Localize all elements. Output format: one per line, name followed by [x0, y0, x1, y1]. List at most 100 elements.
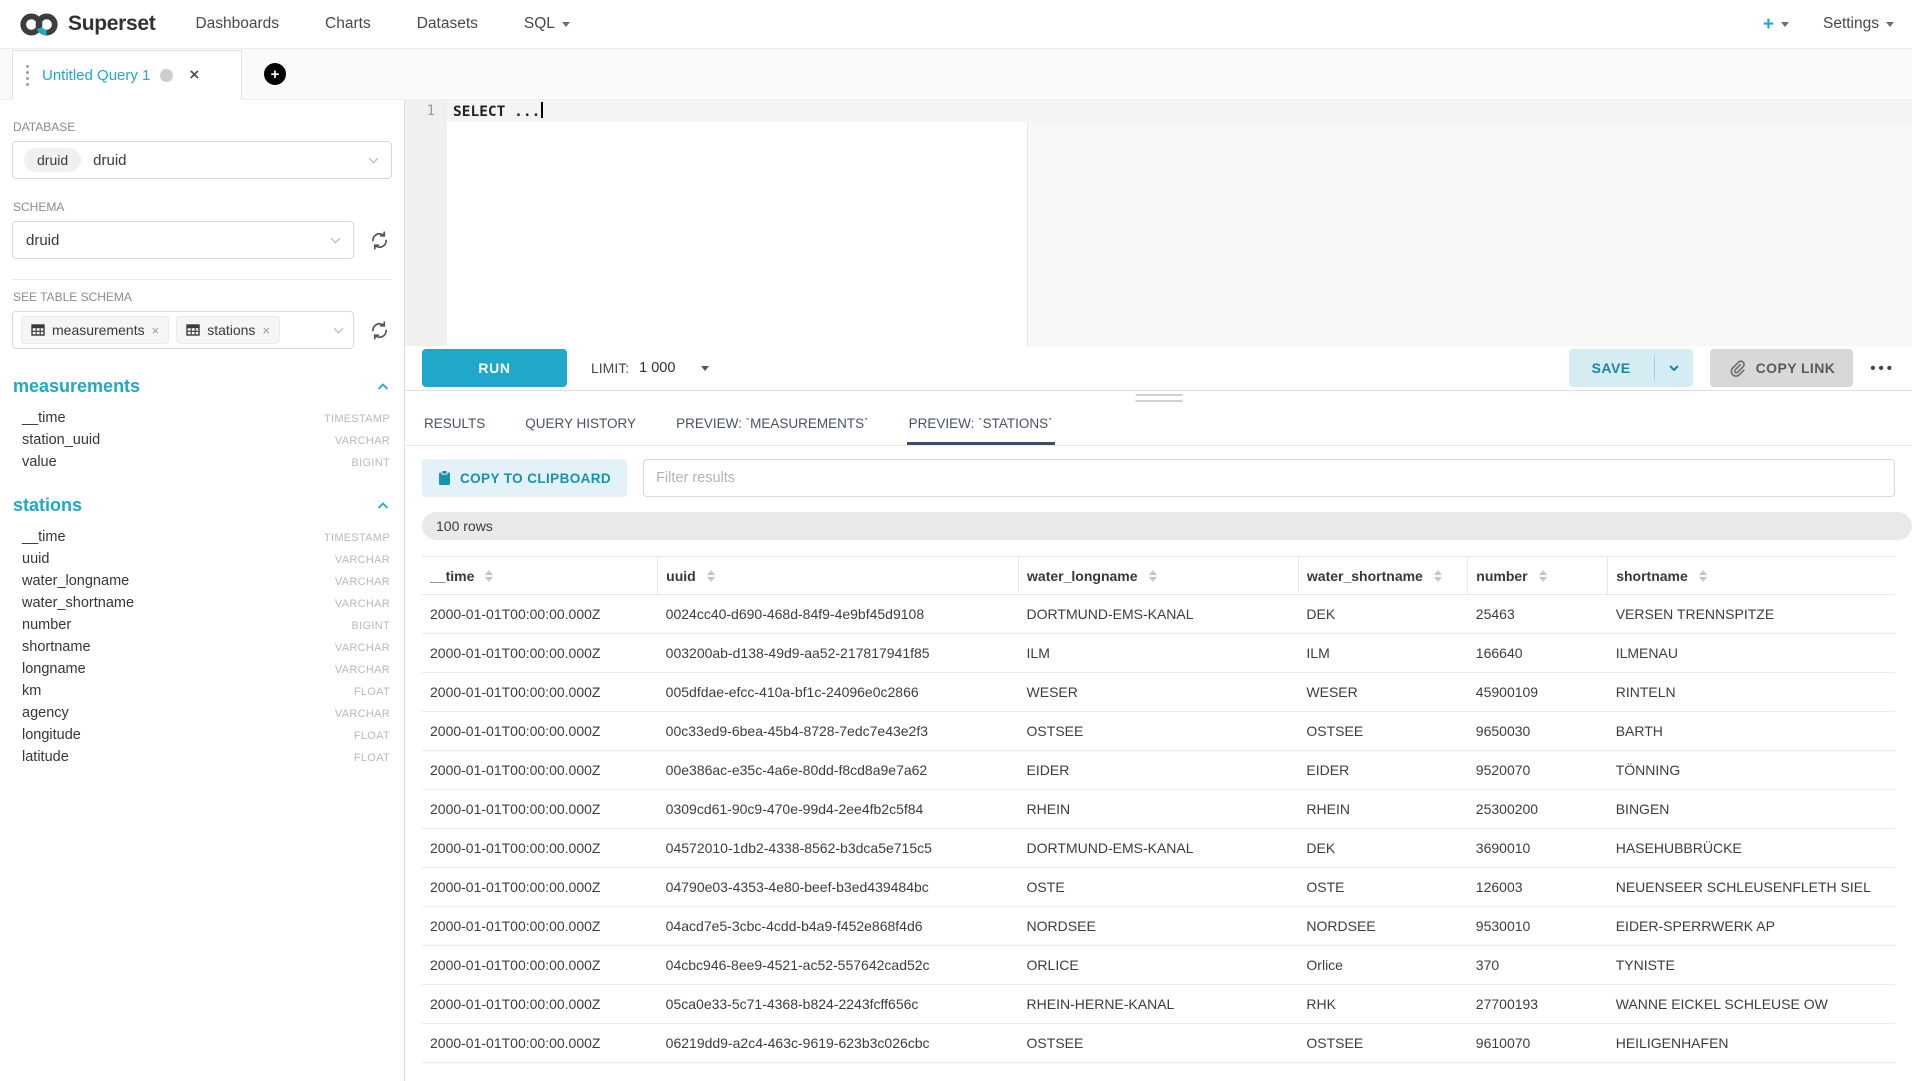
- schema-value: druid: [26, 232, 59, 249]
- column-header-water_longname[interactable]: water_longname: [1019, 557, 1299, 595]
- schema-select[interactable]: druid: [12, 221, 354, 259]
- resize-grip-icon: [1135, 394, 1182, 406]
- remove-table-icon[interactable]: ×: [152, 323, 160, 338]
- paperclip-icon: [1728, 359, 1746, 377]
- table-row: 2000-01-01T00:00:00.000Z005dfdae-efcc-41…: [422, 673, 1895, 712]
- collapse-icon[interactable]: [376, 380, 390, 394]
- table-chips: measurements ×: [21, 316, 287, 344]
- results-table-header: __timeuuidwater_longnamewater_shortnamen…: [422, 557, 1895, 595]
- schema-column-row: water_shortname VARCHAR: [12, 592, 392, 614]
- more-actions-button[interactable]: •••: [1870, 360, 1895, 377]
- superset-brand[interactable]: Superset: [18, 11, 155, 38]
- editor-toolbar: RUN LIMIT: 1 000 SAVE: [405, 346, 1912, 390]
- query-tab[interactable]: Untitled Query 1 ×: [12, 50, 242, 100]
- add-query-tab-button[interactable]: +: [264, 63, 286, 85]
- results-actions-row: COPY TO CLIPBOARD: [405, 446, 1912, 497]
- result-tab[interactable]: PREVIEW: `MEASUREMENTS`: [674, 403, 871, 445]
- table-row: 2000-01-01T00:00:00.000Z05ca0e33-5c71-43…: [422, 985, 1895, 1024]
- text-cursor: [541, 102, 543, 118]
- line-number: 1: [427, 103, 435, 119]
- result-tab[interactable]: PREVIEW: `STATIONS`: [907, 403, 1055, 445]
- schema-column-row: km FLOAT: [12, 680, 392, 702]
- schema-column-row: __time TIMESTAMP: [12, 526, 392, 548]
- sql-editor[interactable]: 1 SELECT ...: [405, 100, 1912, 346]
- save-button[interactable]: SAVE: [1569, 349, 1654, 387]
- table-header-stations[interactable]: stations: [13, 495, 390, 516]
- column-header-shortname[interactable]: shortname: [1608, 557, 1895, 595]
- schema-column-row: agency VARCHAR: [12, 702, 392, 724]
- table-row: 2000-01-01T00:00:00.000Z003200ab-d138-49…: [422, 634, 1895, 673]
- save-options-button[interactable]: [1655, 349, 1693, 387]
- copy-to-clipboard-button[interactable]: COPY TO CLIPBOARD: [422, 459, 627, 497]
- database-select[interactable]: druid druid: [12, 141, 392, 179]
- sort-icon[interactable]: [1699, 570, 1707, 582]
- collapse-icon[interactable]: [376, 499, 390, 513]
- column-header-number[interactable]: number: [1468, 557, 1608, 595]
- results-grid-wrap: __timeuuidwater_longnamewater_shortnamen…: [422, 556, 1895, 1063]
- sqllab-sidebar: DATABASE druid druid SCHEMA druid: [0, 100, 404, 1081]
- chevron-down-icon: [1781, 22, 1789, 27]
- chevron-down-icon: [332, 324, 345, 337]
- nav-item-charts[interactable]: Charts: [325, 15, 371, 33]
- table-row: 2000-01-01T00:00:00.000Z04acd7e5-3cbc-4c…: [422, 907, 1895, 946]
- chevron-down-icon: [701, 366, 709, 371]
- result-tab[interactable]: QUERY HISTORY: [523, 403, 638, 445]
- schema-column-row: shortname VARCHAR: [12, 636, 392, 658]
- top-navbar: Superset Dashboards Charts Datasets SQL …: [0, 0, 1912, 49]
- results-table: __timeuuidwater_longnamewater_shortnamen…: [422, 556, 1895, 1063]
- sort-icon[interactable]: [1149, 570, 1157, 582]
- filter-results-input[interactable]: [643, 459, 1895, 497]
- table-chip[interactable]: stations ×: [176, 316, 280, 344]
- schema-column-row: value BIGINT: [12, 451, 392, 473]
- table-row: 2000-01-01T00:00:00.000Z04790e03-4353-4e…: [422, 868, 1895, 907]
- schema-label: SCHEMA: [13, 200, 392, 214]
- table-icon: [31, 323, 45, 337]
- schema-column-row: longname VARCHAR: [12, 658, 392, 680]
- query-tabbar: Untitled Query 1 × +: [0, 49, 1912, 100]
- sort-icon[interactable]: [707, 570, 715, 582]
- chevron-down-icon: [329, 234, 342, 247]
- refresh-tables-icon[interactable]: [366, 317, 392, 343]
- refresh-schemas-icon[interactable]: [366, 227, 392, 253]
- new-item-menu[interactable]: +: [1763, 15, 1789, 34]
- print-margin: [1027, 100, 1028, 346]
- table-chip[interactable]: measurements ×: [21, 316, 169, 344]
- remove-table-icon[interactable]: ×: [262, 323, 270, 338]
- column-header-water_shortname[interactable]: water_shortname: [1298, 557, 1467, 595]
- nav-item-datasets[interactable]: Datasets: [417, 15, 478, 33]
- nav-links: Dashboards Charts Datasets SQL: [195, 15, 569, 33]
- settings-menu[interactable]: Settings: [1823, 15, 1894, 33]
- code-line: SELECT ...: [447, 100, 1912, 120]
- table-row: 2000-01-01T00:00:00.000Z06219dd9-a2c4-46…: [422, 1024, 1895, 1063]
- database-value: druid: [93, 152, 126, 169]
- result-tab[interactable]: RESULTS: [422, 403, 487, 445]
- sort-icon[interactable]: [1539, 570, 1547, 582]
- table-icon: [186, 323, 200, 337]
- schema-column-row: longitude FLOAT: [12, 724, 392, 746]
- database-label: DATABASE: [13, 120, 392, 134]
- column-header-uuid[interactable]: uuid: [658, 557, 1019, 595]
- copy-link-button[interactable]: COPY LINK: [1710, 349, 1854, 387]
- limit-dropdown[interactable]: LIMIT: 1 000: [591, 360, 709, 376]
- editor-code-area[interactable]: SELECT ...: [447, 100, 1912, 346]
- result-tabs: RESULTS QUERY HISTORY PREVIEW: `MEASUREM…: [405, 403, 1912, 446]
- schema-column-row: uuid VARCHAR: [12, 548, 392, 570]
- table-header-measurements[interactable]: measurements: [13, 376, 390, 397]
- table-schema-select[interactable]: measurements ×: [12, 311, 354, 349]
- sort-icon[interactable]: [485, 570, 493, 582]
- schema-column-row: number BIGINT: [12, 614, 392, 636]
- drag-grip-icon[interactable]: [23, 63, 32, 88]
- close-tab-icon[interactable]: ×: [189, 65, 199, 85]
- measurements-columns: __time TIMESTAMP station_uuid VARCHAR va…: [12, 407, 392, 473]
- sidebar-divider: [12, 279, 392, 280]
- schema-column-row: water_longname VARCHAR: [12, 570, 392, 592]
- row-count-badge: 100 rows: [422, 512, 1912, 540]
- table-row: 2000-01-01T00:00:00.000Z04cbc946-8ee9-45…: [422, 946, 1895, 985]
- column-header-__time[interactable]: __time: [422, 557, 658, 595]
- pane-resize-handle[interactable]: [405, 390, 1912, 403]
- run-button[interactable]: RUN: [422, 349, 567, 387]
- sort-icon[interactable]: [1434, 570, 1442, 582]
- nav-item-sql[interactable]: SQL: [524, 15, 570, 33]
- see-table-schema-label: SEE TABLE SCHEMA: [13, 290, 392, 304]
- nav-item-dashboards[interactable]: Dashboards: [195, 15, 279, 33]
